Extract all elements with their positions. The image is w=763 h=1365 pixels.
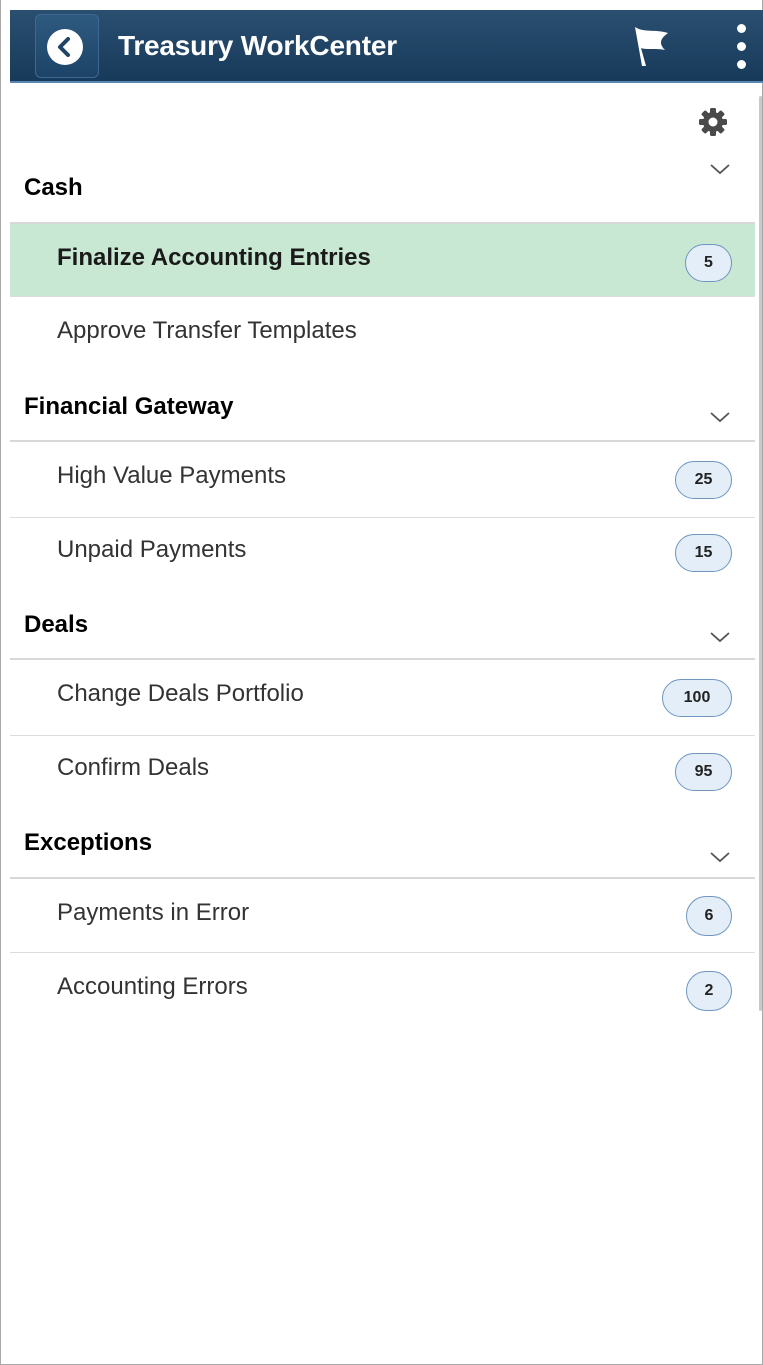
- flag-button[interactable]: [630, 24, 674, 68]
- chevron-down-icon[interactable]: [709, 630, 731, 644]
- gear-icon: [699, 108, 727, 136]
- section-title: Cash: [24, 174, 83, 201]
- count-badge: 2: [686, 971, 732, 1011]
- scrollbar[interactable]: [759, 96, 762, 1011]
- section-title: Deals: [24, 611, 89, 638]
- list-item[interactable]: Finalize Accounting Entries 5: [10, 224, 755, 297]
- chevron-down-icon[interactable]: [709, 410, 731, 424]
- list-item[interactable]: Confirm Deals 95: [10, 736, 755, 806]
- back-button[interactable]: [35, 14, 99, 78]
- section-cash[interactable]: Cash: [10, 150, 755, 224]
- count-badge: 5: [685, 244, 732, 282]
- settings-button[interactable]: [697, 106, 729, 138]
- list-item[interactable]: Change Deals Portfolio 100: [10, 660, 755, 736]
- count-badge: 95: [675, 753, 732, 791]
- page-title: Treasury WorkCenter: [118, 30, 397, 61]
- actions-menu-button[interactable]: [732, 22, 752, 72]
- count-badge: 100: [662, 679, 732, 717]
- vertical-dots-icon: [737, 24, 746, 33]
- back-chevron-icon: [47, 29, 83, 65]
- count-badge: 15: [675, 534, 732, 572]
- section-exceptions[interactable]: Exceptions: [10, 806, 755, 879]
- section-deals[interactable]: Deals: [10, 588, 755, 660]
- list-item[interactable]: High Value Payments 25: [10, 442, 755, 518]
- chevron-down-icon[interactable]: [709, 162, 731, 176]
- count-badge: 6: [686, 896, 732, 936]
- flag-icon: [635, 27, 668, 66]
- section-title: Financial Gateway: [24, 393, 234, 420]
- list-item[interactable]: Accounting Errors 2: [10, 953, 755, 1023]
- section-title: Exceptions: [24, 829, 153, 856]
- list-item[interactable]: Approve Transfer Templates: [10, 297, 755, 369]
- chevron-down-icon[interactable]: [709, 850, 731, 864]
- list-item[interactable]: Unpaid Payments 15: [10, 518, 755, 588]
- section-financial-gateway[interactable]: Financial Gateway: [10, 369, 755, 442]
- banner: Treasury WorkCenter: [10, 10, 763, 83]
- count-badge: 25: [675, 461, 732, 499]
- list-item[interactable]: Payments in Error 6: [10, 879, 755, 953]
